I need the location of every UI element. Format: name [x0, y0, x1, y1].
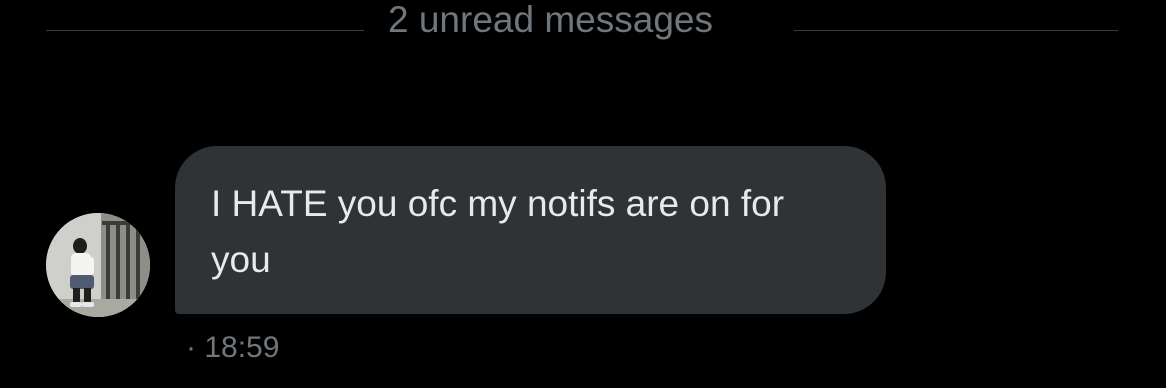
sender-avatar[interactable]: [46, 213, 150, 317]
unread-divider: 2 unread messages: [46, 0, 1118, 44]
avatar-photo: [46, 213, 150, 317]
message-timestamp: · 18:59: [186, 331, 280, 364]
message-text: I HATE you ofc my notifs are on for you: [211, 183, 785, 280]
message-bubble[interactable]: I HATE you ofc my notifs are on for you: [175, 146, 886, 314]
divider-line-right: [794, 30, 1118, 31]
unread-messages-label: 2 unread messages: [388, 0, 713, 40]
divider-line-left: [46, 30, 364, 31]
